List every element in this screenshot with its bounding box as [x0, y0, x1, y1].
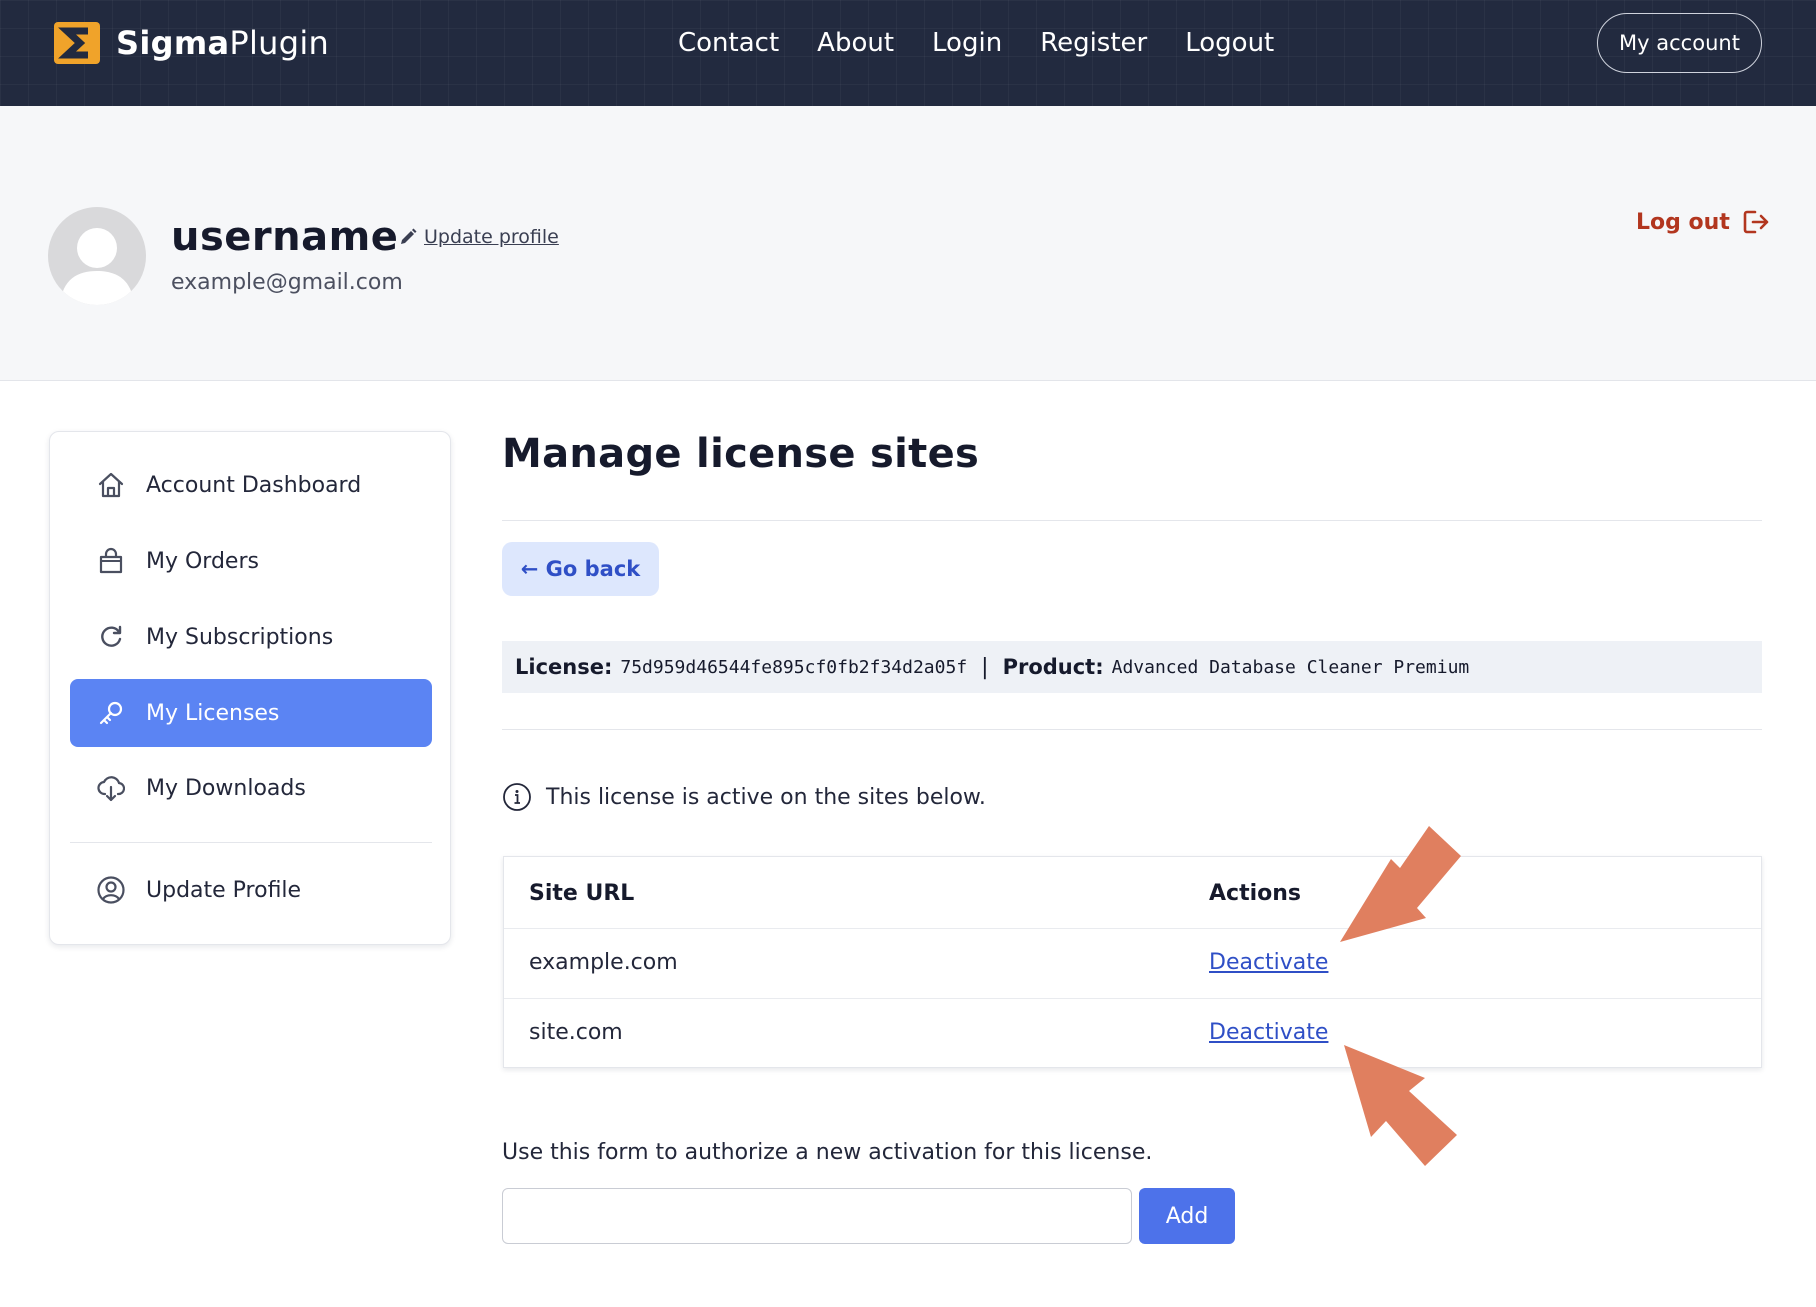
annotation-arrow-icon — [1344, 1045, 1457, 1166]
activation-form-help: Use this form to authorize a new activat… — [502, 1140, 1153, 1165]
profile-header: username Update profile example@gmail.co… — [0, 106, 1816, 381]
avatar — [48, 207, 146, 305]
sidebar-item-my-subscriptions[interactable]: My Subscriptions — [70, 603, 432, 671]
nav-register[interactable]: Register — [1040, 26, 1147, 60]
sidebar-item-my-orders[interactable]: My Orders — [70, 527, 432, 595]
logout-icon — [1743, 210, 1769, 234]
pencil-icon — [401, 228, 417, 244]
divider — [502, 729, 1762, 730]
license-separator: | — [981, 654, 989, 680]
row-divider — [504, 998, 1761, 999]
page-title: Manage license sites — [502, 431, 980, 477]
user-email: example@gmail.com — [171, 270, 403, 295]
home-icon — [96, 470, 126, 500]
sidebar-item-update-profile[interactable]: Update Profile — [70, 856, 432, 924]
info-icon — [503, 783, 531, 811]
sidebar-item-account-dashboard[interactable]: Account Dashboard — [70, 451, 432, 519]
column-header-site-url: Site URL — [529, 881, 635, 906]
license-key: 75d959d46544fe895cf0fb2f34d2a05f — [620, 656, 968, 678]
sidebar-item-my-licenses[interactable]: My Licenses — [70, 679, 432, 747]
deactivate-link[interactable]: Deactivate — [1209, 1020, 1328, 1045]
sidebar-item-my-downloads[interactable]: My Downloads — [70, 754, 432, 822]
nav-logout[interactable]: Logout — [1185, 26, 1274, 60]
product-name: Advanced Database Cleaner Premium — [1111, 656, 1470, 678]
update-profile-label: Update profile — [424, 226, 559, 248]
sigma-logo-icon — [54, 22, 100, 64]
license-sites-table: Site URL Actions example.com Deactivate … — [503, 856, 1762, 1068]
nav-contact[interactable]: Contact — [678, 26, 779, 60]
brand-name-light: Plugin — [229, 24, 330, 62]
site-url-cell: example.com — [529, 950, 678, 975]
logout-label: Log out — [1636, 209, 1730, 235]
divider — [502, 520, 1762, 521]
license-info-bar: License: 75d959d46544fe895cf0fb2f34d2a05… — [502, 641, 1762, 693]
site-url-cell: site.com — [529, 1020, 623, 1045]
go-back-button[interactable]: ← Go back — [502, 542, 659, 596]
column-header-actions: Actions — [1209, 881, 1301, 906]
sidebar-item-label: Update Profile — [146, 877, 302, 903]
sidebar-divider — [70, 842, 432, 843]
nav-login[interactable]: Login — [932, 26, 1002, 60]
license-label: License: — [515, 655, 613, 679]
main-nav: Contact About Login Register Logout — [678, 26, 1274, 60]
annotation-arrow-icon — [1340, 826, 1461, 942]
new-site-input[interactable] — [502, 1188, 1132, 1244]
info-message: This license is active on the sites belo… — [502, 782, 986, 812]
key-icon — [96, 698, 126, 728]
bag-icon — [96, 546, 126, 576]
sidebar-item-label: My Licenses — [146, 700, 280, 726]
deactivate-link[interactable]: Deactivate — [1209, 950, 1328, 975]
sidebar-item-label: Account Dashboard — [146, 472, 362, 498]
brand-logo[interactable]: SigmaPlugin — [54, 22, 329, 64]
sidebar-item-label: My Orders — [146, 548, 259, 574]
my-account-button[interactable]: My account — [1597, 13, 1762, 73]
username: username — [171, 214, 399, 260]
user-avatar-icon — [60, 228, 134, 305]
refresh-icon — [96, 622, 126, 652]
add-button[interactable]: Add — [1139, 1188, 1235, 1244]
logout-link[interactable]: Log out — [1636, 208, 1770, 236]
brand-name: SigmaPlugin — [116, 24, 329, 62]
cloud-download-icon — [96, 773, 126, 803]
info-text: This license is active on the sites belo… — [546, 784, 986, 810]
user-circle-icon — [96, 875, 126, 905]
account-sidebar: Account Dashboard My Orders My Subscript… — [49, 431, 451, 945]
top-navbar: SigmaPlugin Contact About Login Register… — [0, 0, 1816, 106]
product-label: Product: — [1002, 655, 1104, 679]
nav-about[interactable]: About — [817, 26, 894, 60]
sidebar-item-label: My Subscriptions — [146, 624, 334, 650]
row-divider — [504, 928, 1761, 929]
update-profile-link[interactable]: Update profile — [398, 226, 559, 248]
brand-name-bold: Sigma — [116, 24, 230, 62]
sidebar-item-label: My Downloads — [146, 775, 306, 801]
